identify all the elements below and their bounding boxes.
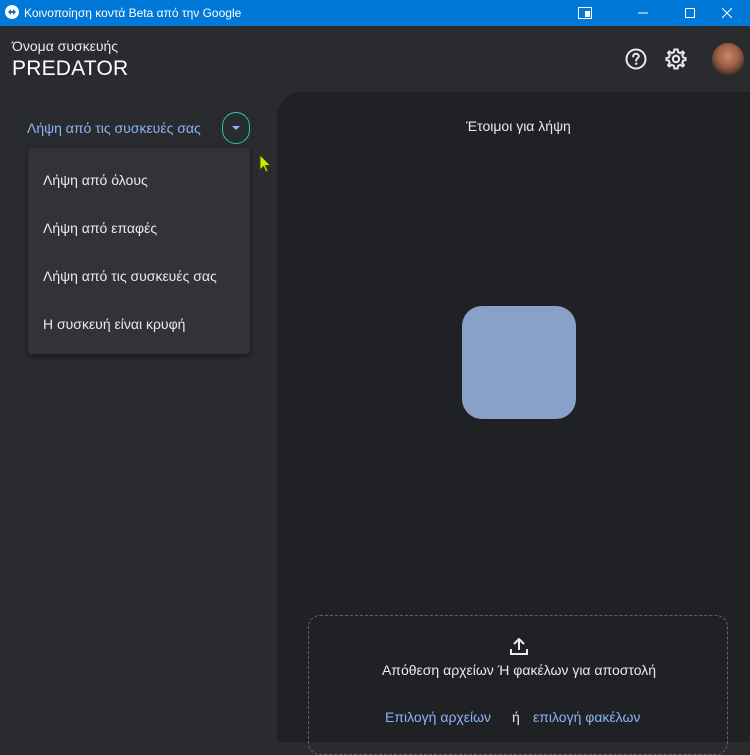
drop-instructions: Απόθεση αρχείων Ή φακέλων για αποστολή [381, 662, 657, 678]
device-name-label: Όνομα συσκευής [12, 38, 119, 54]
snap-icon[interactable] [562, 0, 608, 26]
caret-down-icon [232, 126, 240, 130]
drop-zone[interactable]: Απόθεση αρχείων Ή φακέλων για αποστολή Ε… [308, 615, 728, 755]
upload-icon [510, 638, 528, 655]
menu-item-your-devices[interactable]: Λήψη από τις συσκευές σας [43, 268, 217, 284]
account-avatar[interactable] [712, 43, 744, 75]
visibility-panel: Λήψη από τις συσκευές σας Λήψη από όλους… [0, 92, 277, 742]
visibility-dropdown-button[interactable] [222, 112, 250, 144]
menu-item-contacts[interactable]: Λήψη από επαφές [43, 220, 157, 236]
menu-item-everyone[interactable]: Λήψη από όλους [43, 172, 148, 188]
visibility-menu: Λήψη από όλους Λήψη από επαφές Λήψη από … [28, 148, 250, 354]
visibility-selected-label[interactable]: Λήψη από τις συσκευές σας [27, 120, 201, 136]
window-title: Κοινοποίηση κοντά Beta από την Google [24, 6, 242, 20]
settings-gear-icon[interactable] [664, 47, 688, 71]
select-files-link[interactable]: Επιλογή αρχείων [385, 709, 491, 725]
nearby-share-app-icon [5, 5, 19, 19]
or-separator: ή [512, 709, 520, 725]
device-name: PREDATOR [12, 57, 129, 80]
device-tile [462, 306, 576, 419]
receive-panel: Έτοιμοι για λήψη Απόθεση αρχείων Ή φακέλ… [277, 92, 750, 755]
window-titlebar: Κοινοποίηση κοντά Beta από την Google [0, 0, 750, 26]
status-text: Έτοιμοι για λήψη [466, 118, 571, 134]
select-folders-link[interactable]: επιλογή φακέλων [533, 709, 640, 725]
minimize-button[interactable] [620, 0, 666, 26]
help-icon[interactable] [624, 47, 648, 71]
app-header: Όνομα συσκευής PREDATOR [0, 26, 750, 92]
close-button[interactable] [704, 0, 750, 26]
mouse-cursor-icon [259, 154, 272, 173]
menu-item-hidden[interactable]: Η συσκευή είναι κρυφή [43, 316, 185, 332]
